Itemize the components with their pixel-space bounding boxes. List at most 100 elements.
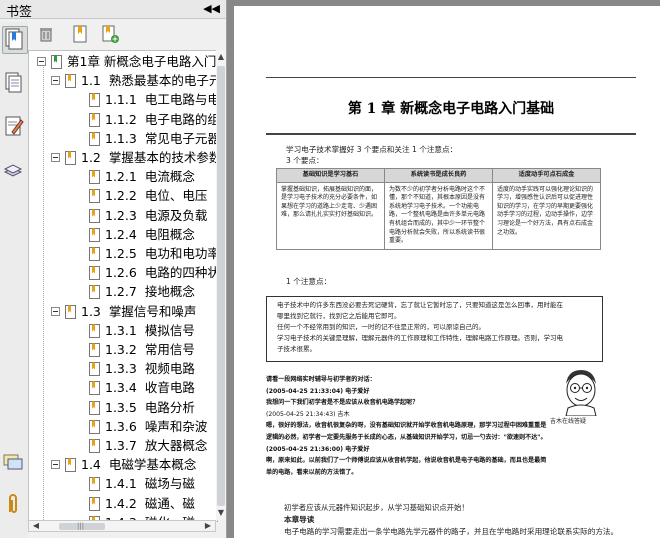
- collapse-toggle-icon[interactable]: [51, 460, 60, 470]
- bookmark-toolbar: [28, 22, 224, 48]
- bookmark-number: 1.1.1: [105, 92, 137, 108]
- bookmark-number: 1.2.7: [105, 284, 137, 300]
- bookmark-item[interactable]: 1.3 掌握信号和噪声: [29, 303, 217, 321]
- collapse-panel-icon[interactable]: ◀◀: [203, 2, 220, 15]
- bookmark-label: 1.2.3 电源及负载: [105, 207, 207, 225]
- bookmark-item[interactable]: 1.2.3 电源及负载: [29, 207, 217, 225]
- scroll-thumb[interactable]: [217, 66, 225, 506]
- bookmark-item[interactable]: 1.2.7 接地概念: [29, 283, 217, 301]
- bookmark-icon: [89, 266, 100, 281]
- panel-titlebar: 书签 ◀◀: [0, 0, 226, 20]
- bookmark-item[interactable]: 1.1.1 电工电路与电子电路: [29, 91, 217, 109]
- bookmark-item[interactable]: 1.3.5 电路分析: [29, 399, 217, 417]
- bookmark-number: 1.3.2: [105, 342, 137, 357]
- bookmark-icon: [89, 343, 100, 357]
- three-points-label: 3 个要点：: [286, 156, 324, 165]
- bookmarks-tab-icon[interactable]: [2, 26, 28, 54]
- bookmark-icon: [89, 477, 100, 492]
- bookmark-number: 1.3.6: [105, 418, 137, 434]
- chat-transcript: 请看一段网络实时辅导与初学者的对话： (2005-04-25 21:33:04) …: [266, 374, 558, 478]
- table-cell: 为数不少的初学者分析电路时这个不懂，那个不知道，其根本原因是没有系统地学习电子技…: [384, 181, 493, 250]
- chat-line: 我想问一下我们初学者是不是应该从收音机电路学起呢？: [266, 399, 419, 407]
- attachments-tab-icon[interactable]: [2, 492, 26, 518]
- header-rule: [266, 77, 636, 78]
- collapse-toggle-icon[interactable]: [51, 153, 60, 162]
- navigation-rail: [0, 22, 28, 538]
- comments-tab-icon[interactable]: [2, 450, 26, 476]
- bookmark-item[interactable]: 1.1.3 常见电子元器件: [29, 130, 217, 148]
- bookmark-item[interactable]: 1.2.5 电功和电功率: [29, 245, 218, 263]
- scroll-down-icon[interactable]: ▼: [216, 508, 226, 518]
- scroll-left-icon[interactable]: ◀: [31, 521, 41, 531]
- annotations-tab-icon[interactable]: [2, 114, 26, 140]
- bookmark-label: 1.3.6 噪声和杂波: [105, 418, 207, 436]
- bookmark-options-icon[interactable]: [70, 24, 90, 44]
- collapse-toggle-icon[interactable]: [37, 57, 46, 66]
- bookmark-label: 1.2.2 电位、电压: [105, 187, 207, 205]
- bookmark-text: 收音电路: [144, 380, 195, 396]
- bookmark-icon: [89, 439, 100, 453]
- bookmark-number: 1.3: [81, 303, 101, 319]
- bookmark-label: 1.1 熟悉最基本的电子元器件: [81, 72, 217, 90]
- bookmark-item[interactable]: 第1章 新概念电子电路入门基础: [29, 53, 217, 71]
- bookmark-item[interactable]: 1.3.1 模拟信号: [29, 322, 217, 340]
- bookmark-label: 1.4.1 磁场与磁: [105, 475, 195, 493]
- bookmarks-panel: 书签 ◀◀ 第1章 新概念电子电路入门基础: [0, 0, 227, 538]
- bookmark-text: 电功和电功率: [144, 246, 218, 261]
- chat-line: (2005-04-25 21:33:04) 电子爱好: [266, 387, 370, 395]
- bookmark-text: 熟悉最基本的电子元器件: [108, 73, 217, 89]
- delete-icon[interactable]: [36, 24, 56, 44]
- bookmark-item[interactable]: 1.2.4 电阻概念: [29, 226, 217, 244]
- bookmark-icon: [65, 458, 76, 473]
- bookmark-icon: [89, 419, 100, 434]
- bookmark-item[interactable]: 1.3.7 放大器概念: [29, 437, 217, 455]
- scroll-right-icon[interactable]: ▶: [203, 521, 213, 531]
- bookmark-item[interactable]: 1.4 电磁学基本概念: [29, 456, 217, 474]
- new-bookmark-icon[interactable]: [100, 24, 120, 44]
- bookmark-item[interactable]: 1.2.6 电路的四种状态: [29, 264, 217, 282]
- bookmark-label: 1.1.1 电工电路与电子电路: [105, 91, 217, 109]
- chat-line: 请看一段网络实时辅导与初学者的对话：: [266, 376, 376, 383]
- bookmark-label: 1.2.1 电流概念: [105, 168, 195, 186]
- bookmark-text: 噪声和杂波: [144, 418, 208, 434]
- collapse-toggle-icon[interactable]: [51, 76, 60, 86]
- one-point-label: 1 个注意点：: [286, 277, 332, 286]
- bookmark-number: 1.3.5: [105, 399, 137, 415]
- chat-line: 嗯，很好的想法，收音机很复杂的呀，没有基础知识就开始学收音机电路原理，那学习过程…: [266, 422, 547, 430]
- table-header: 适度动手可点石成金: [492, 168, 601, 183]
- bookmark-item[interactable]: 1.2.2 电位、电压: [29, 187, 217, 205]
- bookmark-text: 电流概念: [144, 169, 195, 185]
- bookmark-label: 1.2.7 接地概念: [105, 283, 195, 301]
- bookmark-horizontal-scrollbar[interactable]: ◀ ||| ▶: [28, 520, 216, 532]
- bookmark-icon: [89, 323, 100, 338]
- bookmark-item[interactable]: 1.1 熟悉最基本的电子元器件: [29, 72, 217, 90]
- avatar-caption: 吉木在线答疑: [550, 418, 587, 425]
- note-line: 任何一个不经常用到的知识，一时的记不住是正常的，可以原谅自己的。: [277, 323, 485, 331]
- guide-text: 电子电路的学习需要走出一条学电路先学元器件的路子，并且在学电路时采用理论联系实际…: [284, 527, 619, 536]
- bookmark-icon: [89, 170, 100, 185]
- bookmark-number: 1.1.3: [105, 130, 137, 146]
- intro-line: 学习电子技术掌握好 3 个要点和关注 1 个注意点：: [286, 145, 458, 154]
- bookmark-item[interactable]: 1.2.1 电流概念: [29, 168, 217, 186]
- panel-title: 书签: [6, 5, 33, 20]
- bookmark-item[interactable]: 1.3.3 视频电路: [29, 360, 217, 378]
- note-box: 电子技术中的许多东西没必要去死记硬背，忘了就让它暂时忘了，只要知道这是怎么回事，…: [266, 296, 603, 362]
- bookmark-item[interactable]: 1.3.2 常用信号: [29, 341, 217, 359]
- bookmark-item[interactable]: 1.4.2 磁通、磁: [29, 495, 217, 513]
- bookmark-vertical-scrollbar[interactable]: ▲ ▼: [216, 50, 226, 520]
- title-rule: [266, 133, 636, 135]
- bookmark-icon: [65, 151, 76, 165]
- bookmark-icon: [89, 285, 100, 300]
- bookmark-item[interactable]: 1.1.2 电子电路的组成: [29, 111, 217, 129]
- layers-tab-icon[interactable]: [2, 158, 26, 184]
- bookmark-text: 常用信号: [144, 342, 195, 357]
- bookmark-item[interactable]: 1.4.1 磁场与磁: [29, 475, 217, 493]
- collapse-toggle-icon[interactable]: [51, 306, 60, 316]
- bookmark-item[interactable]: 1.3.4 收音电路: [29, 379, 217, 397]
- bookmark-label: 1.1.3 常见电子元器件: [105, 130, 217, 148]
- bookmark-item[interactable]: 1.3.6 噪声和杂波: [29, 418, 217, 436]
- bookmark-item[interactable]: 1.2 掌握基本的技术参数: [29, 149, 217, 167]
- document-view[interactable]: 第 1 章 新概念电子电路入门基础 学习电子技术掌握好 3 个要点和关注 1 个…: [227, 0, 660, 538]
- scroll-up-icon[interactable]: ▲: [216, 52, 226, 62]
- pages-tab-icon[interactable]: [2, 70, 26, 96]
